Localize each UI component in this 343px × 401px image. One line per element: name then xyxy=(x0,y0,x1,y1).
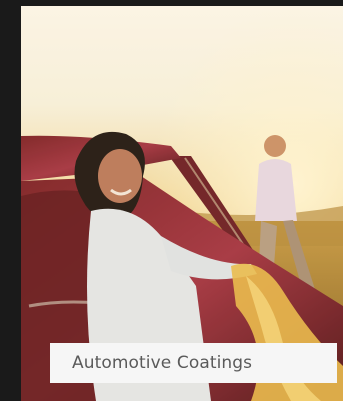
caption-label[interactable]: Automotive Coatings xyxy=(50,343,337,383)
promo-tile[interactable]: Automotive Coatings xyxy=(0,0,343,401)
hero-photo xyxy=(21,6,343,401)
